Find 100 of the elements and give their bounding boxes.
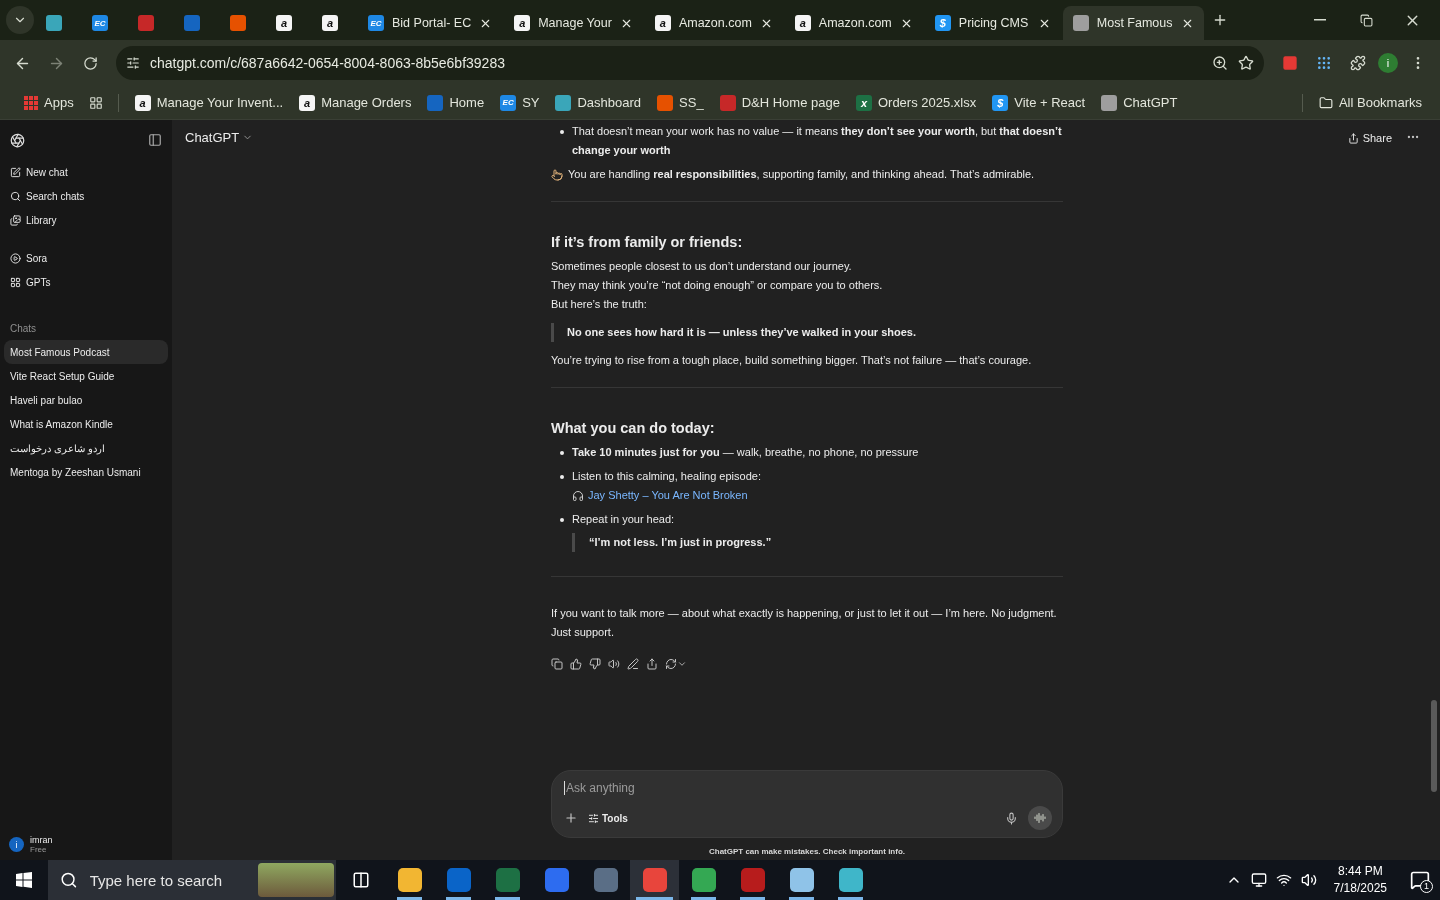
favicon-icon: $ bbox=[934, 15, 951, 31]
address-bar[interactable]: chatgpt.com/c/687a6642-0654-8004-8063-8b5e6bf39283 bbox=[116, 46, 1264, 80]
grid-icon bbox=[10, 276, 21, 288]
chat-item[interactable]: Haveli par bulao bbox=[4, 388, 168, 412]
user-avatar[interactable]: i bbox=[9, 837, 24, 852]
episode-link[interactable]: Jay Shetty – You Are Not Broken bbox=[588, 486, 748, 505]
favicon-icon: a bbox=[276, 15, 292, 31]
dots-grid-icon bbox=[1316, 55, 1332, 71]
bullet-text: Listen to this calming, healing episode: bbox=[572, 469, 761, 484]
bookmark[interactable]: a Manage Your Invent... bbox=[128, 91, 290, 114]
bullet-text: That doesn’t mean your work has no value — it means they don’t see your worth, but that doesn’t change your worth bbox=[572, 124, 1063, 158]
bullet-dot-icon bbox=[559, 475, 564, 479]
bookmark[interactable]: x Orders 2025.xlsx bbox=[849, 91, 983, 114]
profile-button[interactable]: i bbox=[1378, 53, 1398, 73]
sound-wave-icon bbox=[1034, 812, 1046, 824]
chat-item[interactable]: اردو شاعری درخواست bbox=[4, 436, 168, 460]
pen-square-icon bbox=[10, 166, 21, 178]
bullet-text: Take 10 minutes just for you — walk, breathe, no phone, no pressure bbox=[572, 445, 919, 460]
network-icon bbox=[1275, 872, 1292, 888]
monitor-icon bbox=[1250, 872, 1267, 888]
voice-mode-button[interactable] bbox=[1028, 806, 1052, 830]
note-text: You are handling real responsibilities, supporting family, and thinking ahead. That’s admirable. bbox=[568, 167, 1035, 182]
favicon-icon: x bbox=[855, 94, 872, 111]
refresh-icon bbox=[665, 658, 677, 670]
paragraph-text: Sometimes people closest to us don’t understand our journey. They may think you’re “not doing enough” or compare you to others. But here’s the truth: bbox=[551, 259, 884, 312]
bookmark[interactable]: a Manage Orders bbox=[293, 91, 418, 114]
pointing-hand-icon bbox=[551, 168, 563, 181]
paragraph-text: If you want to talk more — about what exactly is happening, or just to let it out — I’m here. No judgment. Just support. bbox=[551, 606, 1058, 640]
browser-tab[interactable]: a bbox=[312, 6, 356, 40]
thumbs-up-button[interactable] bbox=[570, 658, 582, 670]
minimize-icon bbox=[1314, 19, 1326, 21]
browser-tab[interactable]: a Amazon.com bbox=[644, 6, 783, 40]
scrollbar-thumb[interactable] bbox=[1431, 700, 1437, 792]
microphone-button[interactable] bbox=[1005, 811, 1018, 825]
tools-button[interactable]: Tools bbox=[588, 812, 628, 824]
taskbar-app[interactable] bbox=[630, 860, 679, 900]
browser-tab[interactable]: a bbox=[266, 6, 310, 40]
favicon-icon: $ bbox=[992, 94, 1009, 111]
sidebar-item[interactable]: Search chats bbox=[4, 184, 168, 208]
speaker-icon bbox=[608, 658, 620, 670]
message-icon bbox=[1410, 870, 1430, 890]
browser-tab[interactable]: a Manage Your bbox=[504, 6, 643, 40]
bookmark[interactable]: Home bbox=[421, 91, 491, 114]
taskbar-search-bar[interactable]: Type here to search bbox=[48, 860, 336, 900]
images-icon bbox=[10, 214, 21, 226]
bookmark[interactable]: Apps bbox=[18, 92, 80, 113]
all-bookmarks[interactable]: All Bookmarks bbox=[1312, 92, 1428, 113]
favicon-icon: EC bbox=[500, 94, 517, 111]
favicon-icon: EC bbox=[368, 15, 384, 31]
copy-button[interactable] bbox=[551, 658, 563, 670]
logo-icon bbox=[10, 132, 25, 148]
chat-item[interactable]: Most Famous Podcast bbox=[4, 340, 168, 364]
chat-item[interactable]: Mentoga by Zeeshan Usmani bbox=[4, 460, 168, 484]
browser-tab[interactable]: a Amazon.com bbox=[784, 6, 923, 40]
volume-icon bbox=[1300, 872, 1317, 888]
regenerate-button[interactable] bbox=[665, 658, 687, 670]
windows-logo-icon bbox=[16, 872, 32, 888]
sidebar-item[interactable]: GPTs bbox=[4, 270, 168, 294]
bookmark[interactable]: EC SY bbox=[494, 91, 546, 114]
chat-item[interactable]: Vite React Setup Guide bbox=[4, 364, 168, 388]
disclaimer-text: ChatGPT can make mistakes. Check important info. bbox=[707, 846, 907, 858]
play-circle-icon bbox=[10, 252, 21, 264]
bullet-dot-icon bbox=[559, 130, 564, 134]
share-button[interactable]: Share bbox=[1343, 130, 1396, 146]
bookmark[interactable]: SS_ bbox=[651, 91, 710, 114]
read-aloud-button[interactable] bbox=[608, 658, 620, 670]
bullet-dot-icon bbox=[559, 518, 564, 522]
chat-item[interactable]: What is Amazon Kindle bbox=[4, 412, 168, 436]
notifications-button[interactable]: 1 bbox=[1404, 864, 1436, 896]
search-input[interactable]: Type here to search bbox=[87, 870, 248, 890]
bookmark[interactable]: ChatGPT bbox=[1095, 91, 1184, 114]
section-heading: What you can do today: bbox=[551, 419, 716, 438]
bookmark[interactable]: Dashboard bbox=[549, 91, 648, 114]
bullet-dot-icon bbox=[559, 451, 564, 455]
browser-tab[interactable]: EC bbox=[82, 6, 126, 40]
star-icon bbox=[1238, 55, 1254, 71]
browser-tab[interactable]: EC Bid Portal- EC bbox=[358, 6, 503, 40]
edit-button[interactable] bbox=[627, 658, 639, 670]
browser-tab[interactable]: Most Famous bbox=[1062, 6, 1204, 40]
add-button[interactable] bbox=[564, 811, 578, 825]
favicon-icon: a bbox=[134, 94, 151, 111]
restore-icon bbox=[1359, 13, 1373, 27]
bookmark[interactable]: $ Vite + React bbox=[986, 91, 1092, 114]
model-selector[interactable]: ChatGPT bbox=[185, 130, 254, 145]
message-input[interactable]: Ask anything bbox=[564, 781, 1044, 795]
sidebar-item[interactable]: Sora bbox=[4, 246, 168, 270]
thumbs-down-icon bbox=[589, 658, 601, 670]
quote-text: “I’m not less. I’m just in progress.” bbox=[572, 533, 772, 552]
sidebar-item[interactable]: New chat bbox=[4, 160, 168, 184]
square-icon bbox=[1282, 55, 1298, 71]
quote-text: No one sees how hard it is — unless they’ve walked in your shoes. bbox=[551, 323, 1063, 342]
clock[interactable]: 8:44 PM 7/18/2025 bbox=[1333, 863, 1387, 897]
share-button[interactable] bbox=[646, 658, 658, 670]
sidebar-item[interactable]: Library bbox=[4, 208, 168, 232]
bookmark[interactable]: D&H Home page bbox=[713, 91, 846, 114]
thumbs-down-button[interactable] bbox=[589, 658, 601, 670]
favicon-icon: a bbox=[794, 15, 811, 31]
browser-tab[interactable]: $ Pricing CMS bbox=[924, 6, 1061, 40]
share-icon bbox=[1347, 132, 1359, 144]
favicon-icon: a bbox=[514, 15, 531, 31]
